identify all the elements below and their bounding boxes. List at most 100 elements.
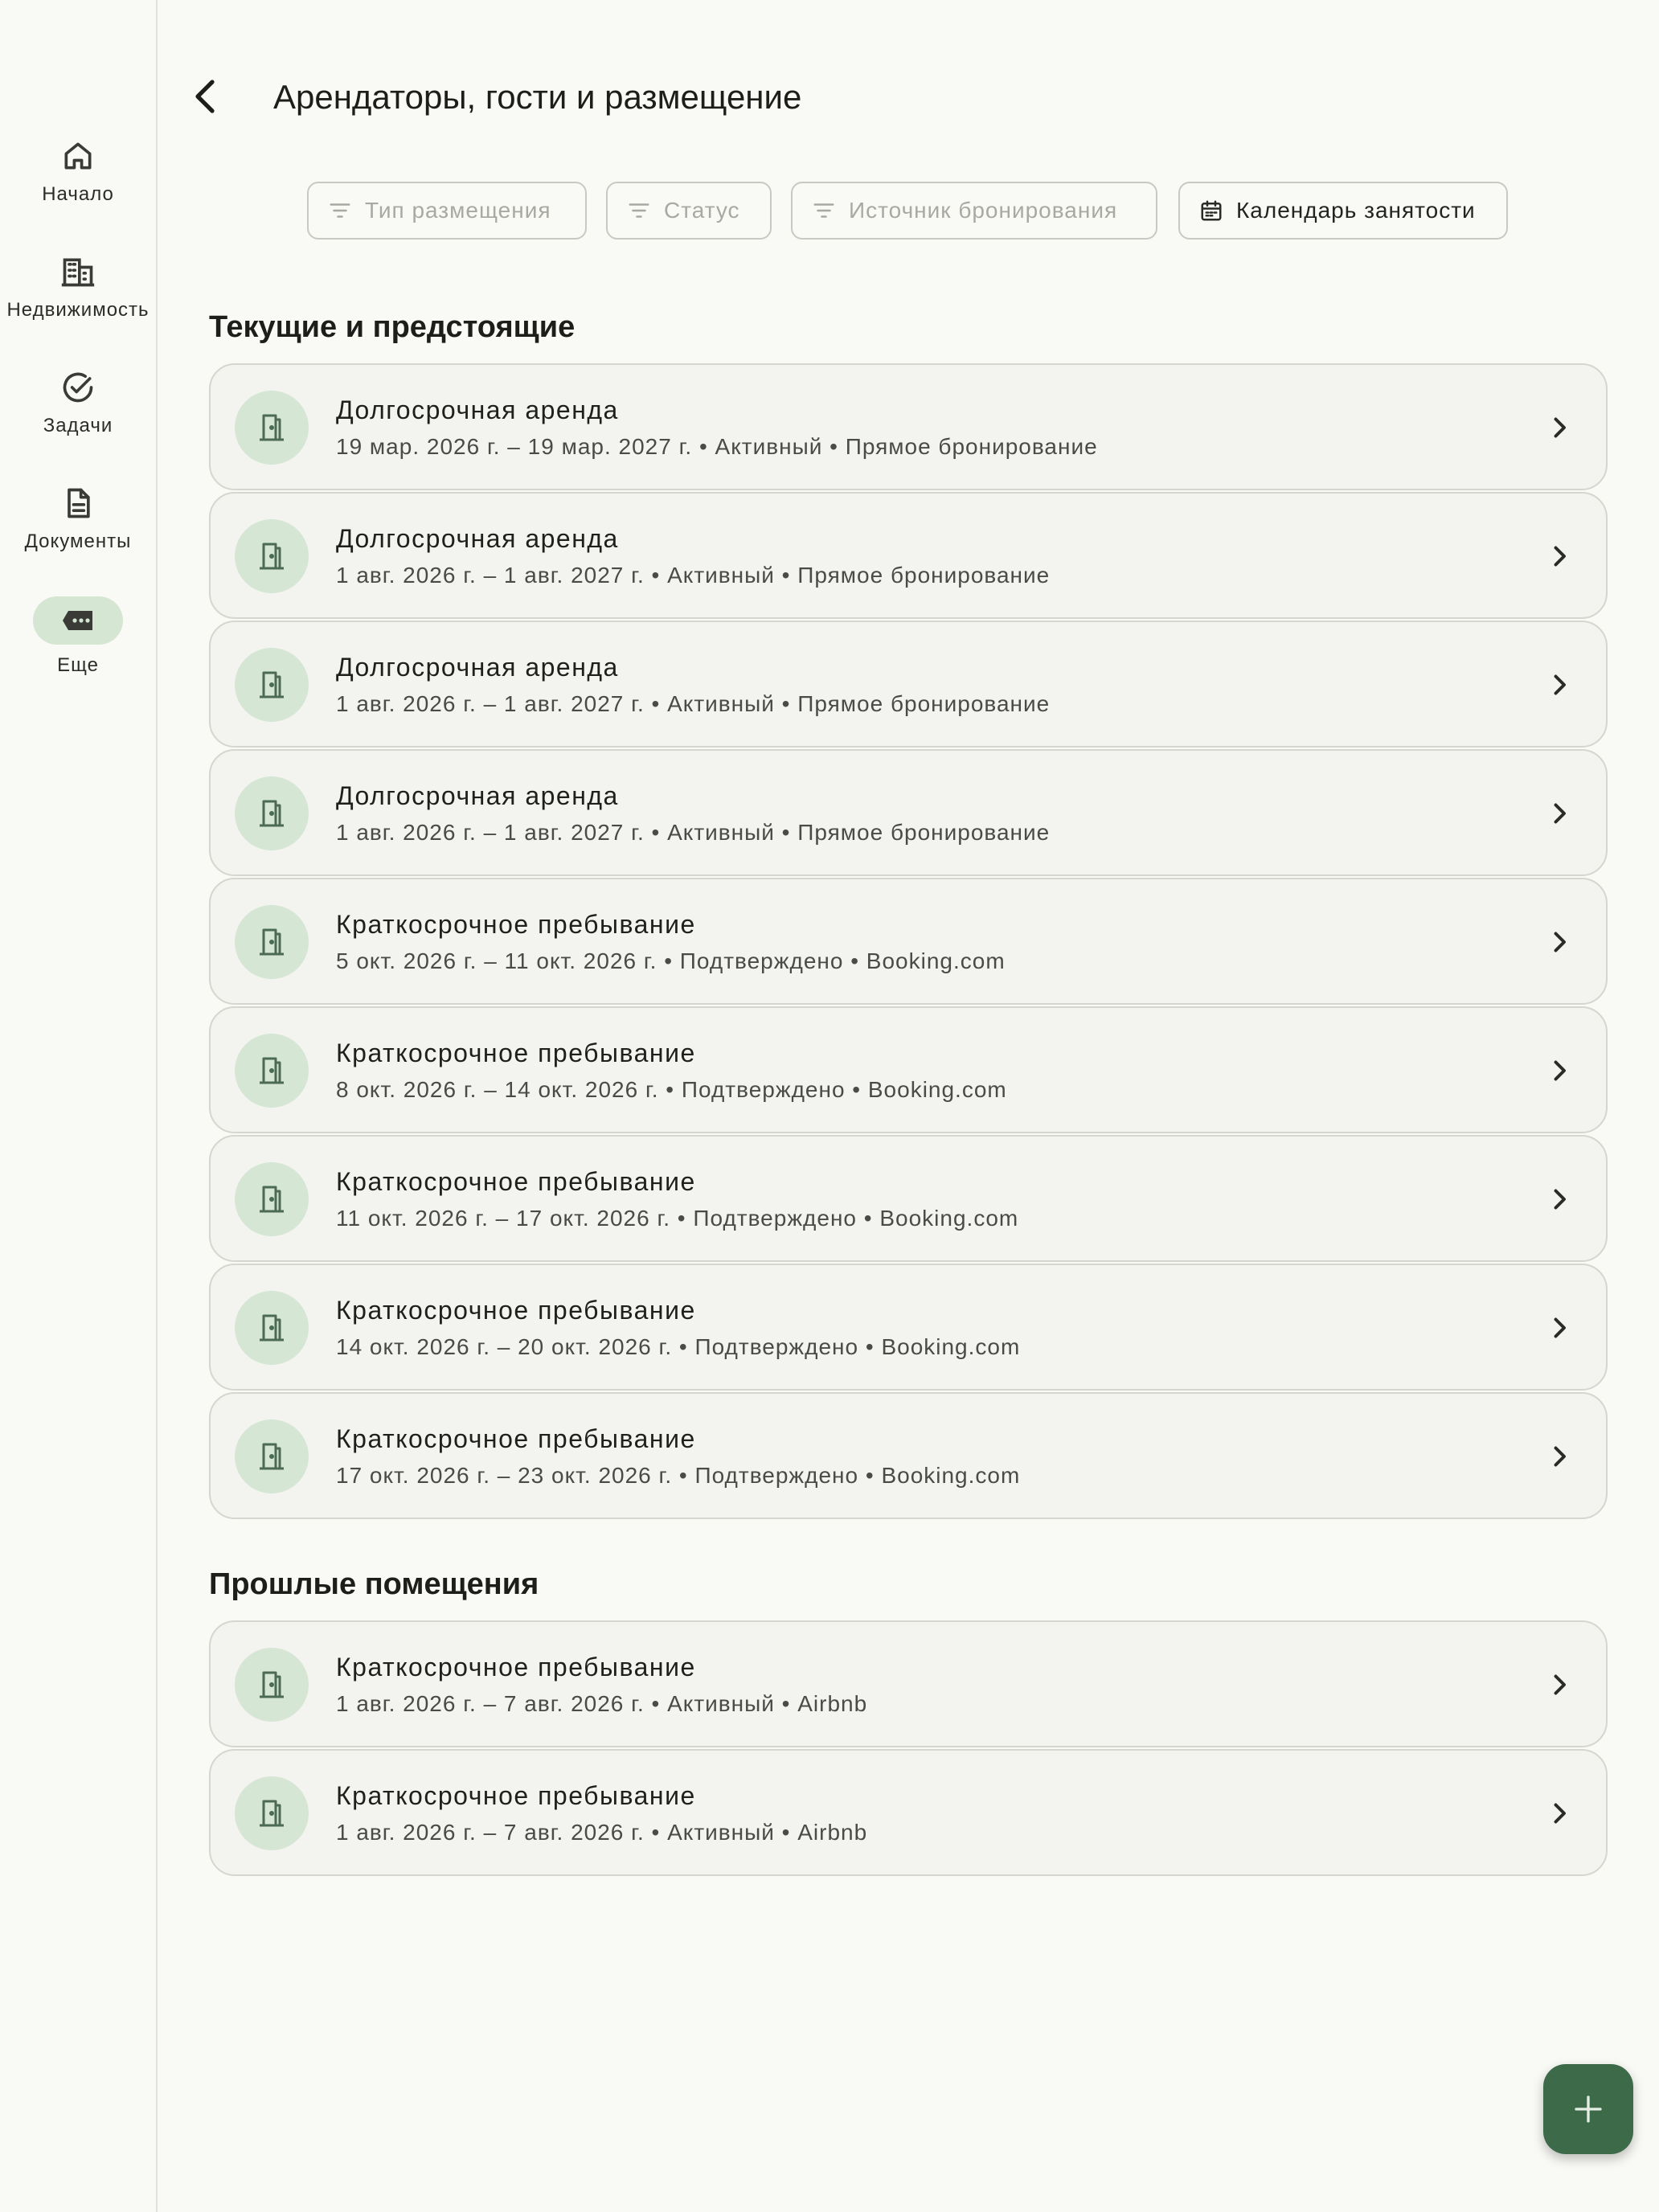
- booking-title: Долгосрочная аренда: [336, 653, 619, 682]
- chevron-right-icon: [1554, 1446, 1566, 1467]
- chevron-right-icon: [1554, 1189, 1566, 1210]
- filter-icon: [330, 203, 350, 218]
- booking-details: 19 мар. 2026 г. – 19 мар. 2027 г. • Акти…: [336, 434, 1098, 459]
- booking-details: 1 авг. 2026 г. – 7 авг. 2026 г. • Активн…: [336, 1820, 868, 1845]
- chevron-right-icon: [1554, 1674, 1566, 1695]
- selected-indicator: [33, 596, 123, 645]
- booking-details: 1 авг. 2026 г. – 1 авг. 2027 г. • Активн…: [336, 691, 1051, 716]
- chevron-right-icon: [1554, 417, 1566, 438]
- chip-label: Источник бронирования: [849, 198, 1118, 223]
- door-icon: [260, 1671, 284, 1698]
- booking-details: 5 окт. 2026 г. – 11 окт. 2026 г. • Подтв…: [336, 948, 1006, 973]
- section-heading-current: Текущие и предстоящие: [209, 310, 576, 344]
- chevron-right-icon: [1554, 1060, 1566, 1081]
- booking-details: 8 окт. 2026 г. – 14 окт. 2026 г. • Подтв…: [336, 1077, 1007, 1102]
- sidebar-item-label: Задачи: [43, 415, 113, 436]
- booking-card[interactable]: Краткосрочное пребывание 5 окт. 2026 г. –…: [209, 878, 1608, 1005]
- sidebar-item-label: Начало: [42, 183, 114, 205]
- door-icon-avatar: [235, 1034, 309, 1108]
- door-icon-avatar: [235, 776, 309, 850]
- sidebar-item-property[interactable]: Недвижимость: [0, 254, 156, 322]
- booking-card[interactable]: Краткосрочное пребывание 1 авг. 2026 г. –…: [209, 1749, 1608, 1876]
- filter-icon: [629, 203, 649, 218]
- door-icon: [260, 1057, 284, 1084]
- booking-card[interactable]: Краткосрочное пребывание 8 окт. 2026 г. –…: [209, 1006, 1608, 1133]
- booking-title: Краткосрочное пребывание: [336, 1781, 696, 1810]
- sidebar-item-documents[interactable]: Документы: [0, 485, 156, 553]
- page-title: Арендаторы, гости и размещение: [273, 78, 802, 116]
- booking-title: Долгосрочная аренда: [336, 524, 619, 553]
- sidebar-item-label: Еще: [57, 654, 99, 676]
- sidebar-item-label: Недвижимость: [6, 299, 150, 321]
- door-icon-avatar: [235, 1419, 309, 1493]
- chevron-right-icon: [1554, 1803, 1566, 1824]
- booking-title: Краткосрочное пребывание: [336, 910, 696, 939]
- door-icon-avatar: [235, 1648, 309, 1722]
- door-icon-avatar: [235, 648, 309, 722]
- check-circle-icon: [63, 372, 93, 403]
- booking-title: Краткосрочное пребывание: [336, 1296, 696, 1325]
- sidebar-item-more[interactable]: Еще: [0, 596, 156, 677]
- add-button[interactable]: [1543, 2064, 1633, 2154]
- booking-card[interactable]: Долгосрочная аренда 1 авг. 2026 г. – 1 ав…: [209, 492, 1608, 619]
- door-icon-avatar: [235, 905, 309, 979]
- home-icon: [64, 142, 92, 170]
- door-icon: [260, 1800, 284, 1827]
- booking-details: 1 авг. 2026 г. – 1 авг. 2027 г. • Активн…: [336, 820, 1051, 845]
- booking-title: Долгосрочная аренда: [336, 395, 619, 424]
- booking-details: 11 окт. 2026 г. – 17 окт. 2026 г. • Подт…: [336, 1206, 1019, 1231]
- booking-title: Краткосрочное пребывание: [336, 1653, 696, 1682]
- booking-card[interactable]: Краткосрочное пребывание 11 окт. 2026 г. …: [209, 1135, 1608, 1262]
- booking-details: 1 авг. 2026 г. – 7 авг. 2026 г. • Активн…: [336, 1691, 868, 1716]
- sidebar-item-home[interactable]: Начало: [0, 138, 156, 206]
- chevron-right-icon: [1554, 932, 1566, 952]
- chip-label: Тип размещения: [365, 198, 551, 223]
- booking-details: 1 авг. 2026 г. – 1 авг. 2027 г. • Активн…: [336, 563, 1051, 588]
- chevron-right-icon: [1554, 803, 1566, 824]
- filter-source-chip[interactable]: Источник бронирования: [791, 182, 1157, 240]
- occupancy-calendar-button[interactable]: Календарь занятости: [1178, 182, 1508, 240]
- door-icon: [260, 1186, 284, 1213]
- door-icon-avatar: [235, 519, 309, 593]
- booking-card[interactable]: Долгосрочная аренда 1 авг. 2026 г. – 1 ав…: [209, 621, 1608, 748]
- sidebar: Начало Недвижимость Задачи Документы Еще: [0, 0, 158, 2212]
- door-icon-avatar: [235, 1162, 309, 1236]
- booking-card[interactable]: Краткосрочное пребывание 1 авг. 2026 г. –…: [209, 1620, 1608, 1747]
- door-icon: [260, 671, 284, 698]
- door-icon: [260, 414, 284, 441]
- more-icon: [63, 611, 92, 630]
- back-button[interactable]: [186, 77, 225, 116]
- booking-card[interactable]: Краткосрочное пребывание 17 окт. 2026 г. …: [209, 1392, 1608, 1519]
- sidebar-item-tasks[interactable]: Задачи: [0, 370, 156, 437]
- door-icon: [260, 928, 284, 956]
- chip-label: Статус: [664, 198, 740, 223]
- document-icon: [68, 488, 90, 518]
- booking-card[interactable]: Долгосрочная аренда 1 авг. 2026 г. – 1 ав…: [209, 749, 1608, 876]
- booking-details: 17 окт. 2026 г. – 23 окт. 2026 г. • Подт…: [336, 1463, 1021, 1488]
- chevron-right-icon: [1554, 1317, 1566, 1338]
- door-icon-avatar: [235, 1776, 309, 1850]
- door-icon: [260, 800, 284, 827]
- booking-title: Краткосрочное пребывание: [336, 1424, 696, 1453]
- plus-icon: [1575, 2095, 1602, 2123]
- booking-title: Долгосрочная аренда: [336, 781, 619, 810]
- booking-card[interactable]: Долгосрочная аренда 19 мар. 2026 г. – 19 …: [209, 363, 1608, 490]
- door-icon: [260, 543, 284, 570]
- sidebar-item-label: Документы: [24, 530, 132, 552]
- booking-details: 14 окт. 2026 г. – 20 окт. 2026 г. • Подт…: [336, 1334, 1021, 1359]
- chevron-right-icon: [1554, 674, 1566, 695]
- section-heading-past: Прошлые помещения: [209, 1567, 539, 1601]
- booking-card[interactable]: Краткосрочное пребывание 14 окт. 2026 г. …: [209, 1264, 1608, 1391]
- door-icon-avatar: [235, 1291, 309, 1365]
- filter-icon: [813, 203, 834, 218]
- chevron-left-icon: [195, 80, 215, 113]
- building-icon: [61, 258, 95, 287]
- chip-label: Календарь занятости: [1236, 198, 1476, 223]
- calendar-icon: [1201, 200, 1222, 221]
- door-icon-avatar: [235, 391, 309, 465]
- door-icon: [260, 1314, 284, 1342]
- filter-type-chip[interactable]: Тип размещения: [307, 182, 587, 240]
- booking-title: Краткосрочное пребывание: [336, 1167, 696, 1196]
- chevron-right-icon: [1554, 546, 1566, 567]
- filter-status-chip[interactable]: Статус: [606, 182, 772, 240]
